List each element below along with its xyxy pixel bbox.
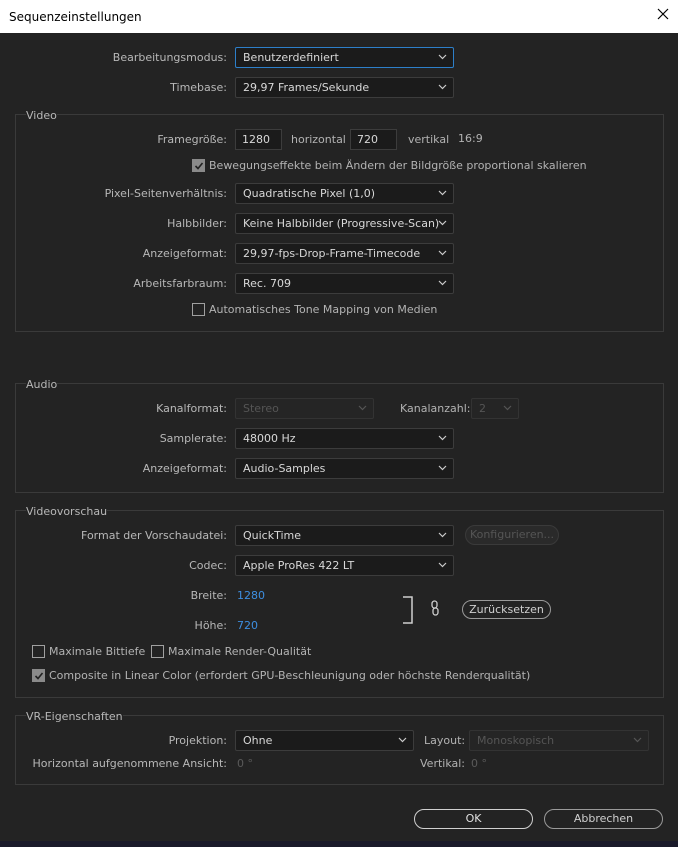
timebase-dropdown[interactable]: 29,97 Frames/Sekunde [235,77,454,98]
edit-mode-label: Bearbeitungsmodus: [112,51,227,64]
channel-format-value: Stereo [243,402,279,415]
bracket-icon [403,596,413,624]
vertical-view-value: 0 ° [471,757,487,770]
edit-mode-value: Benutzerdefiniert [243,51,339,64]
fields-label: Halbbilder: [167,217,227,230]
color-space-dropdown[interactable]: Rec. 709 [235,273,454,294]
layout-label: Layout: [424,734,466,747]
video-section-title: Video [26,109,57,122]
chevron-down-icon [438,435,447,441]
max-bit-depth-label: Maximale Bittiefe [49,645,146,658]
preview-section-title: Videovorschau [26,505,108,518]
tone-mapping-label: Automatisches Tone Mapping von Medien [209,303,438,316]
vertical-label: vertikal [408,133,450,146]
frame-width-input[interactable]: 1280 [235,129,282,150]
channel-count-value: 2 [479,402,486,415]
timebase-value: 29,97 Frames/Sekunde [243,81,370,94]
chevron-down-icon [358,405,367,411]
ok-button[interactable]: OK [414,809,533,829]
scale-motion-label: Bewegungseffekte beim Ändern der Bildgrö… [209,159,587,172]
display-format-dropdown[interactable]: 29,97-fps-Drop-Frame-Timecode [235,243,454,264]
chevron-down-icon [438,190,447,196]
chevron-down-icon [633,737,642,743]
frame-size-label: Framegröße: [157,133,227,146]
chevron-down-icon [438,54,447,60]
reset-button[interactable]: Zurücksetzen [462,600,551,619]
projection-label: Projektion: [168,734,227,747]
max-render-quality-label: Maximale Render-Qualität [168,645,312,658]
channel-format-label: Kanalformat: [156,402,227,415]
chevron-down-icon [438,532,447,538]
preview-format-label: Format der Vorschaudatei: [81,529,227,542]
chevron-down-icon [503,405,512,411]
chevron-down-icon [438,280,447,286]
pixel-aspect-dropdown[interactable]: Quadratische Pixel (1,0) [235,183,454,204]
frame-height-input[interactable]: 720 [350,129,397,150]
edit-mode-dropdown[interactable]: Benutzerdefiniert [235,47,454,68]
channel-format-dropdown: Stereo [235,398,374,419]
sample-rate-value: 48000 Hz [243,432,296,445]
preview-width-label: Breite: [190,589,227,602]
channel-count-dropdown: 2 [471,398,519,419]
preview-width-value[interactable]: 1280 [237,589,265,602]
checkmark-icon [34,672,44,680]
color-space-label: Arbeitsfarbraum: [133,277,227,290]
chevron-down-icon [438,220,447,226]
linear-color-label: Composite in Linear Color (erfordert GPU… [49,669,531,682]
cancel-button[interactable]: Abbrechen [544,809,663,829]
preview-format-dropdown[interactable]: QuickTime [235,525,454,546]
max-render-quality-checkbox[interactable] [151,645,164,658]
pixel-aspect-label: Pixel-Seitenverhältnis: [104,187,227,200]
horizontal-label: horizontal [291,133,346,146]
audio-display-format-dropdown[interactable]: Audio-Samples [235,458,454,479]
codec-dropdown[interactable]: Apple ProRes 422 LT [235,555,454,576]
chevron-down-icon [398,737,407,743]
fields-value: Keine Halbbilder (Progressive-Scan) [243,217,440,230]
layout-dropdown: Monoskopisch [469,730,649,751]
audio-section-title: Audio [26,378,58,391]
codec-label: Codec: [189,559,227,572]
fields-dropdown[interactable]: Keine Halbbilder (Progressive-Scan) [235,213,454,234]
tone-mapping-checkbox[interactable] [192,303,205,316]
codec-value: Apple ProRes 422 LT [243,559,355,572]
channel-count-label: Kanalanzahl: [400,402,471,415]
projection-dropdown[interactable]: Ohne [235,730,414,751]
chevron-down-icon [438,250,447,256]
configure-button: Konfigurieren... [465,525,559,545]
taskbar-strip [0,841,678,847]
vertical-view-label: Vertikal: [420,757,466,770]
audio-display-format-label: Anzeigeformat: [142,462,227,475]
preview-format-value: QuickTime [243,529,302,542]
projection-value: Ohne [243,734,273,747]
sample-rate-dropdown[interactable]: 48000 Hz [235,428,454,449]
max-bit-depth-checkbox[interactable] [32,645,45,658]
display-format-label: Anzeigeformat: [142,247,227,260]
preview-height-label: Höhe: [194,619,227,632]
chevron-down-icon [438,84,447,90]
link-icon[interactable] [430,600,440,616]
window-title: Sequenzeinstellungen [9,10,142,24]
pixel-aspect-value: Quadratische Pixel (1,0) [243,187,376,200]
aspect-ratio: 16:9 [458,132,483,145]
scale-motion-checkbox[interactable] [192,159,205,172]
layout-value: Monoskopisch [477,734,555,747]
horizontal-view-value: 0 ° [237,757,253,770]
close-icon[interactable] [655,6,671,22]
title-bar: Sequenzeinstellungen [0,0,678,33]
timebase-label: Timebase: [170,81,227,94]
checkmark-icon [194,162,204,170]
chevron-down-icon [438,562,447,568]
horizontal-view-label: Horizontal aufgenommene Ansicht: [32,757,227,770]
linear-color-checkbox[interactable] [32,669,45,682]
audio-display-format-value: Audio-Samples [243,462,326,475]
vr-section-title: VR-Eigenschaften [26,710,123,723]
display-format-value: 29,97-fps-Drop-Frame-Timecode [243,247,421,260]
sample-rate-label: Samplerate: [159,432,227,445]
preview-height-value[interactable]: 720 [237,619,258,632]
chevron-down-icon [438,465,447,471]
color-space-value: Rec. 709 [243,277,291,290]
